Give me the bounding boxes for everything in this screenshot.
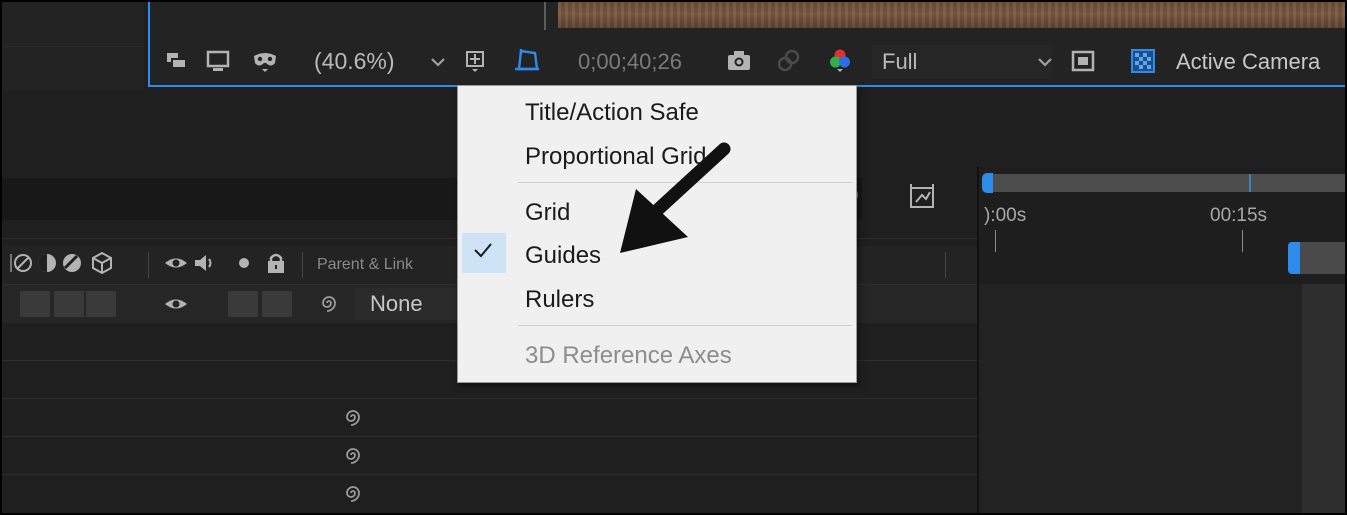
work-area-end — [1300, 242, 1345, 274]
motion-blur-icon[interactable] — [60, 251, 84, 275]
magnification-dropdown[interactable]: (40.6%) — [314, 48, 395, 75]
always-preview-icon[interactable] — [164, 48, 190, 74]
column-separator — [302, 252, 303, 278]
parent-select-value: None — [370, 291, 423, 316]
menu-separator — [518, 325, 852, 326]
checkmark-icon — [474, 243, 492, 258]
annotation-arrow-icon — [600, 137, 740, 267]
column-separator — [945, 252, 946, 278]
work-area-bar[interactable] — [987, 174, 1345, 192]
color-channels-icon[interactable] — [827, 48, 853, 74]
audio-speaker-icon[interactable] — [192, 251, 216, 275]
zoom-chevron-icon[interactable] — [425, 48, 451, 74]
parent-link-column-header: Parent & Link — [317, 256, 414, 273]
resolution-chevron-icon[interactable] — [1032, 48, 1058, 74]
layer-switch-box[interactable] — [54, 291, 84, 317]
video-eye-icon[interactable] — [164, 251, 188, 275]
resolution-label: Full — [882, 49, 918, 74]
menu-item-guides[interactable]: Guides — [525, 242, 601, 270]
layer-visibility-eye-icon[interactable] — [164, 292, 188, 316]
after-effects-window: (40.6%) 0;00;40;26 Full Active Camera ):… — [0, 0, 1347, 515]
ruler-tick — [1242, 230, 1243, 252]
show-snapshot-icon[interactable] — [775, 48, 801, 74]
transparency-grid-icon[interactable] — [1130, 48, 1156, 74]
adjustment-layer-icon[interactable] — [35, 251, 59, 275]
region-of-interest-icon[interactable] — [1070, 48, 1096, 74]
parent-pick-whip-icon[interactable] — [318, 292, 340, 314]
ruler-label-start: ):00s — [984, 205, 1027, 226]
camera-view-select[interactable]: Active Camera — [1176, 49, 1320, 75]
layer-switch-box[interactable] — [262, 291, 292, 317]
column-separator — [148, 252, 149, 278]
3d-layer-icon[interactable] — [90, 251, 114, 275]
toggle-mask-path-icon[interactable] — [514, 48, 540, 74]
work-area-start-handle[interactable] — [982, 173, 993, 193]
comp-flowchart-icon[interactable] — [907, 182, 937, 212]
panel-divider[interactable] — [977, 167, 979, 513]
menu-item-title-action-safe[interactable]: Title/Action Safe — [525, 99, 699, 127]
layer-duration-bar[interactable] — [1302, 284, 1345, 513]
parent-pick-whip-icon[interactable] — [342, 482, 364, 504]
monitor-icon[interactable] — [205, 48, 231, 74]
menu-item-3d-reference-axes: 3D Reference Axes — [525, 342, 732, 369]
viewer-guide-line — [544, 2, 546, 30]
work-area-marker — [1249, 174, 1251, 192]
layer-switch-box[interactable] — [86, 291, 116, 317]
menu-item-grid[interactable]: Grid — [525, 199, 570, 227]
lock-icon[interactable] — [264, 251, 288, 275]
solo-dot-icon[interactable] — [232, 251, 256, 275]
layer-switch-box[interactable] — [228, 291, 258, 317]
menu-item-rulers[interactable]: Rulers — [525, 286, 594, 314]
shy-switch-icon[interactable] — [10, 251, 34, 275]
parent-pick-whip-icon[interactable] — [342, 444, 364, 466]
mask-icon[interactable] — [252, 48, 278, 74]
timeline-track-area[interactable] — [979, 284, 1345, 513]
current-time-display[interactable]: 0;00;40;26 — [578, 49, 682, 75]
grid-guide-options-icon[interactable] — [462, 48, 488, 74]
snapshot-camera-icon[interactable] — [726, 48, 752, 74]
project-panel-edge — [2, 2, 144, 90]
ruler-label-15s: 00:15s — [1210, 205, 1268, 226]
layer-switch-box[interactable] — [20, 291, 50, 317]
composition-preview-image — [558, 2, 1345, 28]
ruler-tick — [995, 230, 996, 252]
parent-pick-whip-icon[interactable] — [342, 406, 364, 428]
